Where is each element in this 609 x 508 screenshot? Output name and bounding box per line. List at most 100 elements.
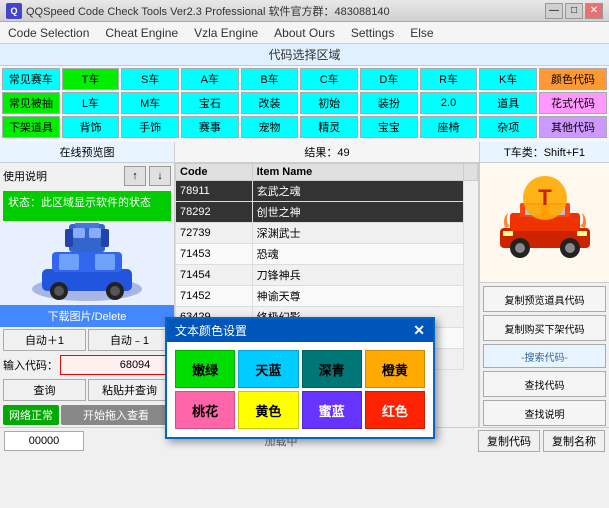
btn-b-car[interactable]: B车 (241, 68, 299, 90)
result-header: 结果：49 (175, 142, 479, 163)
cell-name: 刀锋神兵 (252, 265, 463, 286)
btn-delisted[interactable]: 下架道具 (2, 116, 60, 138)
car-robot-preview (17, 223, 157, 305)
car-image-area: T (480, 163, 609, 283)
code-row-1: 常见赛车 T车 S车 A车 B车 C车 D车 R车 K车 颜色代码 (2, 68, 607, 90)
auto-plus-button[interactable]: 自动＋1 (3, 329, 86, 351)
btn-s-car[interactable]: S车 (121, 68, 179, 90)
btn-seat[interactable]: 座椅 (420, 116, 478, 138)
preview-header: 在线预览图 (0, 142, 174, 163)
find-desc-btn[interactable]: 查找说明 (483, 400, 606, 426)
close-button[interactable]: ✕ (585, 3, 603, 19)
btn-pet[interactable]: 宠物 (241, 116, 299, 138)
copy-code-button[interactable]: 复制代码 (478, 430, 540, 452)
dialog-close-button[interactable]: ✕ (413, 322, 425, 339)
menu-vzla-engine[interactable]: Vzla Engine (186, 22, 266, 43)
cell-name: 创世之神 (252, 202, 463, 223)
table-row[interactable]: 72739深渊武士 (176, 223, 478, 244)
color-cell-7[interactable]: 红色 (365, 391, 425, 429)
color-cell-1[interactable]: 天蓝 (238, 350, 298, 388)
menu-about-ours[interactable]: About Ours (266, 22, 343, 43)
input-code-label: 输入代码： (3, 357, 58, 373)
cell-code: 78292 (176, 202, 253, 223)
code-row-3: 下架道具 背饰 手饰 赛事 宠物 精灵 宝宝 座椅 杂项 其他代码 (2, 116, 607, 138)
color-cell-4[interactable]: 桃花 (175, 391, 235, 429)
status-box: 状态：此区域显示软件的状态 (3, 191, 171, 221)
btn-common-car[interactable]: 常见赛车 (2, 68, 60, 90)
copy-buy-btn[interactable]: 复制购买下架代码 (483, 315, 606, 341)
color-cell-3[interactable]: 橙黄 (365, 350, 425, 388)
btn-m-car[interactable]: M车 (121, 92, 179, 114)
col-code: Code (176, 164, 253, 181)
download-button[interactable]: 下载图片/Delete (0, 305, 174, 327)
btn-a-car[interactable]: A车 (181, 68, 239, 90)
table-row[interactable]: 78292创世之神 (176, 202, 478, 223)
title-text: QQSpeed Code Check Tools Ver2.3 Professi… (26, 3, 545, 19)
btn-c-car[interactable]: C车 (300, 68, 358, 90)
btn-spirit[interactable]: 精灵 (300, 116, 358, 138)
color-cell-6[interactable]: 蜜蓝 (302, 391, 362, 429)
btn-color-code[interactable]: 颜色代码 (539, 68, 607, 90)
cell-code: 71453 (176, 244, 253, 265)
cell-code: 71454 (176, 265, 253, 286)
find-code-btn[interactable]: 查找代码 (483, 371, 606, 397)
menu-settings[interactable]: Settings (343, 22, 402, 43)
menu-else[interactable]: Else (402, 22, 441, 43)
btn-fancy-code[interactable]: 花式代码 (539, 92, 607, 114)
btn-costume[interactable]: 装扮 (360, 92, 418, 114)
bottom-code-input[interactable] (4, 431, 84, 451)
btn-hand-deco[interactable]: 手饰 (121, 116, 179, 138)
open-view-button[interactable]: 开始拖入查看 (61, 405, 171, 425)
btn-gem[interactable]: 宝石 (181, 92, 239, 114)
table-row[interactable]: 71452神谕天尊 (176, 286, 478, 307)
auto-minus-button[interactable]: 自动﹣1 (88, 329, 171, 351)
btn-initial[interactable]: 初始 (300, 92, 358, 114)
copy-preview-btn[interactable]: 复制预览道具代码 (483, 286, 606, 312)
title-bar: Q QQSpeed Code Check Tools Ver2.3 Profes… (0, 0, 609, 22)
btn-k-car[interactable]: K车 (479, 68, 537, 90)
query-button[interactable]: 查询 (3, 379, 86, 401)
btn-baby[interactable]: 宝宝 (360, 116, 418, 138)
btn-drawn[interactable]: 常见被抽 (2, 92, 60, 114)
menu-code-selection[interactable]: Code Selection (0, 22, 97, 43)
menu-cheat-engine[interactable]: Cheat Engine (97, 22, 186, 43)
left-panel: 在线预览图 使用说明 ↑ ↓ 状态：此区域显示软件的状态 (0, 142, 175, 427)
color-cell-2[interactable]: 深青 (302, 350, 362, 388)
btn-misc[interactable]: 杂项 (479, 116, 537, 138)
copy-name-button[interactable]: 复制名称 (543, 430, 605, 452)
table-row[interactable]: 71453恐魂 (176, 244, 478, 265)
right-actions: 复制预览道具代码 复制购买下架代码 -搜索代码- 查找代码 查找说明 (480, 283, 609, 430)
btn-mod[interactable]: 改装 (241, 92, 299, 114)
btn-tool[interactable]: 道具 (479, 92, 537, 114)
right-panel: T车类：Shift+F1 T (479, 142, 609, 427)
network-status: 网络正常 (3, 405, 59, 425)
arrow-up-button[interactable]: ↑ (124, 166, 146, 186)
cell-code: 72739 (176, 223, 253, 244)
btn-d-car[interactable]: D车 (360, 68, 418, 90)
table-row[interactable]: 78911玄武之魂 (176, 181, 478, 202)
col-scroll (464, 164, 478, 181)
btn-back-deco[interactable]: 背饰 (62, 116, 120, 138)
paste-query-button[interactable]: 粘贴并查询 (88, 379, 171, 401)
window-controls: — □ ✕ (545, 3, 603, 19)
table-row[interactable]: 71454刀锋神兵 (176, 265, 478, 286)
color-cell-5[interactable]: 黄色 (238, 391, 298, 429)
preview-controls: 使用说明 ↑ ↓ (0, 163, 174, 189)
btn-r-car[interactable]: R车 (420, 68, 478, 90)
btn-2-0[interactable]: 2.0 (420, 92, 478, 114)
t-car-preview: T (490, 168, 600, 278)
cell-name: 神谕天尊 (252, 286, 463, 307)
btn-event[interactable]: 赛事 (181, 116, 239, 138)
code-input-row: 输入代码： (0, 353, 174, 377)
color-cell-0[interactable]: 嫩绿 (175, 350, 235, 388)
minimize-button[interactable]: — (545, 3, 563, 19)
btn-l-car[interactable]: L车 (62, 92, 120, 114)
arrow-down-button[interactable]: ↓ (149, 166, 171, 186)
btn-other-code[interactable]: 其他代码 (539, 116, 607, 138)
search-code-btn[interactable]: -搜索代码- (483, 344, 606, 368)
maximize-button[interactable]: □ (565, 3, 583, 19)
cell-code: 71452 (176, 286, 253, 307)
region-header: 代码选择区域 (0, 44, 609, 66)
right-header: T车类：Shift+F1 (480, 142, 609, 163)
btn-t-car[interactable]: T车 (62, 68, 120, 90)
